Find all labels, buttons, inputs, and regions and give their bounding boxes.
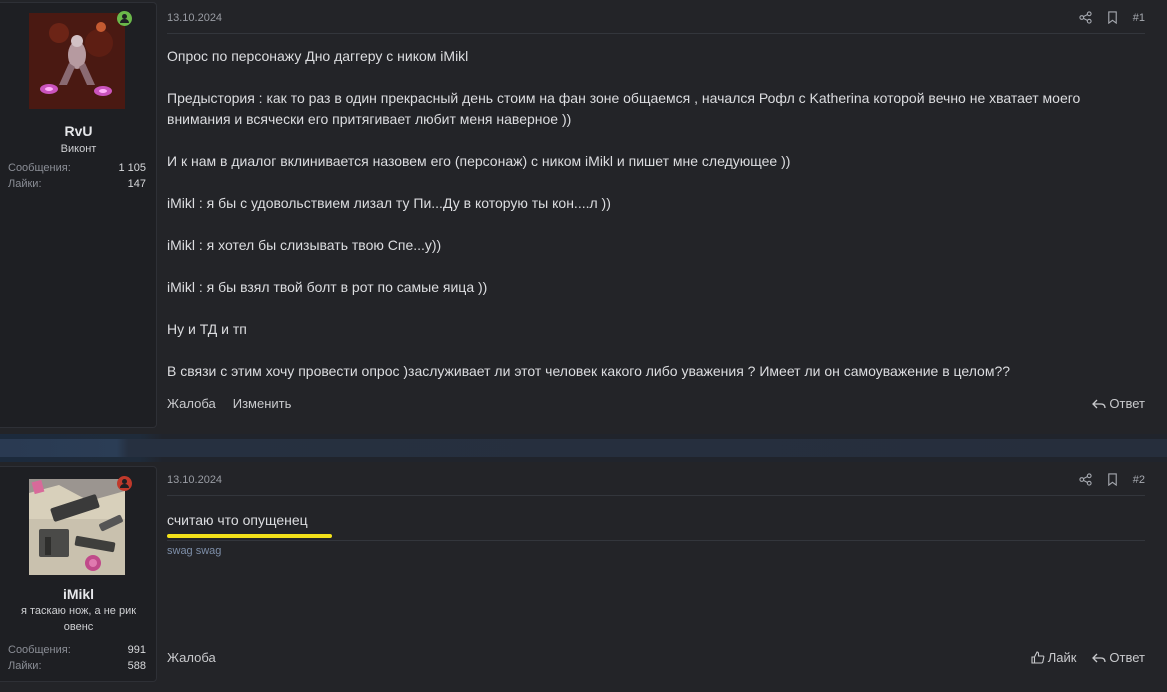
message-paragraph: iMikl : я бы взял твой болт в рот по сам… (167, 279, 488, 295)
user-stats: Сообщения: 991 Лайки: 588 (8, 642, 146, 674)
signature-divider (167, 540, 1145, 541)
share-icon[interactable] (1079, 473, 1092, 486)
stat-messages: Сообщения: 1 105 (8, 160, 146, 176)
footer-right: Ответ (1092, 396, 1145, 411)
reply-icon (1092, 653, 1107, 662)
stat-value: 1 105 (118, 162, 146, 174)
post-header: 13.10.2024 #1 (167, 0, 1145, 34)
report-link[interactable]: Жалоба (167, 396, 216, 411)
bookmark-icon[interactable] (1106, 11, 1119, 24)
user-card: RvU Виконт Сообщения: 1 105 Лайки: 147 (0, 2, 157, 428)
reply-button[interactable]: Ответ (1092, 650, 1145, 665)
user-card: iMikl я таскаю нож, а не рик овенс Сообщ… (0, 466, 157, 682)
post-date[interactable]: 13.10.2024 (167, 474, 222, 486)
reply-label: Ответ (1109, 650, 1145, 665)
stat-likes: Лайки: 588 (8, 658, 146, 674)
reply-button[interactable]: Ответ (1092, 396, 1145, 411)
stat-label: Сообщения: (8, 644, 71, 656)
footer-right: Лайк Ответ (1031, 650, 1145, 665)
user-status-icon (117, 11, 132, 26)
like-label: Лайк (1047, 650, 1077, 665)
username[interactable]: RvU (0, 123, 157, 139)
post-header: 13.10.2024 #2 (167, 462, 1145, 496)
reply-icon (1092, 399, 1107, 408)
user-title: Виконт (60, 143, 97, 155)
post-footer: Жалоба Изменить Ответ (167, 396, 1145, 416)
post-main: 13.10.2024 #1 Опрос по персонажу Дно даг… (167, 0, 1145, 434)
edit-link[interactable]: Изменить (233, 396, 292, 411)
message-paragraph: Ну и ТД и тп (167, 321, 247, 337)
footer-left: Жалоба Изменить (167, 396, 291, 411)
share-icon[interactable] (1079, 11, 1092, 24)
like-icon (1031, 651, 1045, 664)
post-message: считаю что опущенец (167, 512, 308, 528)
header-actions: #1 (1079, 11, 1145, 24)
stat-label: Лайки: (8, 660, 42, 672)
signature: swag swag (167, 545, 222, 557)
post-number[interactable]: #1 (1133, 12, 1145, 24)
post-footer: Жалоба Лайк Ответ (167, 650, 1145, 670)
message-paragraph: iMikl : я хотел бы слизывать твою Спе...… (167, 237, 442, 253)
message-paragraph: В связи с этим хочу провести опрос )засл… (167, 363, 1011, 379)
stat-label: Лайки: (8, 178, 42, 190)
stat-value: 991 (127, 644, 146, 656)
stat-likes: Лайки: 147 (8, 176, 146, 192)
post-1: RvU Виконт Сообщения: 1 105 Лайки: 147 1… (0, 0, 1167, 434)
user-status-icon (117, 476, 132, 491)
separator-band (0, 439, 1167, 457)
user-title: я таскаю нож, а не рик овенс (20, 605, 137, 633)
stat-value: 147 (127, 178, 146, 190)
user-stats: Сообщения: 1 105 Лайки: 147 (8, 160, 146, 192)
reply-label: Ответ (1109, 396, 1145, 411)
like-button[interactable]: Лайк (1031, 650, 1077, 665)
stat-messages: Сообщения: 991 (8, 642, 146, 658)
username[interactable]: iMikl (0, 586, 157, 602)
message-paragraph: И к нам в диалог вклинивается назовем ег… (167, 153, 791, 169)
post-date[interactable]: 13.10.2024 (167, 12, 222, 24)
report-link[interactable]: Жалоба (167, 650, 216, 665)
stat-value: 588 (127, 660, 146, 672)
message-paragraph: iMikl : я бы с удовольствием лизал ту Пи… (167, 195, 611, 211)
post-separator (0, 434, 1167, 462)
stat-label: Сообщения: (8, 162, 71, 174)
post-number[interactable]: #2 (1133, 474, 1145, 486)
footer-left: Жалоба (167, 650, 216, 665)
header-actions: #2 (1079, 473, 1145, 486)
post-message: Опрос по персонажу Дно даггеру с ником i… (167, 46, 1145, 403)
avatar[interactable] (29, 13, 125, 109)
message-paragraph: Опрос по персонажу Дно даггеру с ником i… (167, 48, 469, 64)
message-paragraph: Предыстория : как то раз в один прекрасн… (167, 90, 1081, 127)
highlight-underline (167, 534, 332, 538)
bookmark-icon[interactable] (1106, 473, 1119, 486)
avatar[interactable] (29, 479, 125, 575)
